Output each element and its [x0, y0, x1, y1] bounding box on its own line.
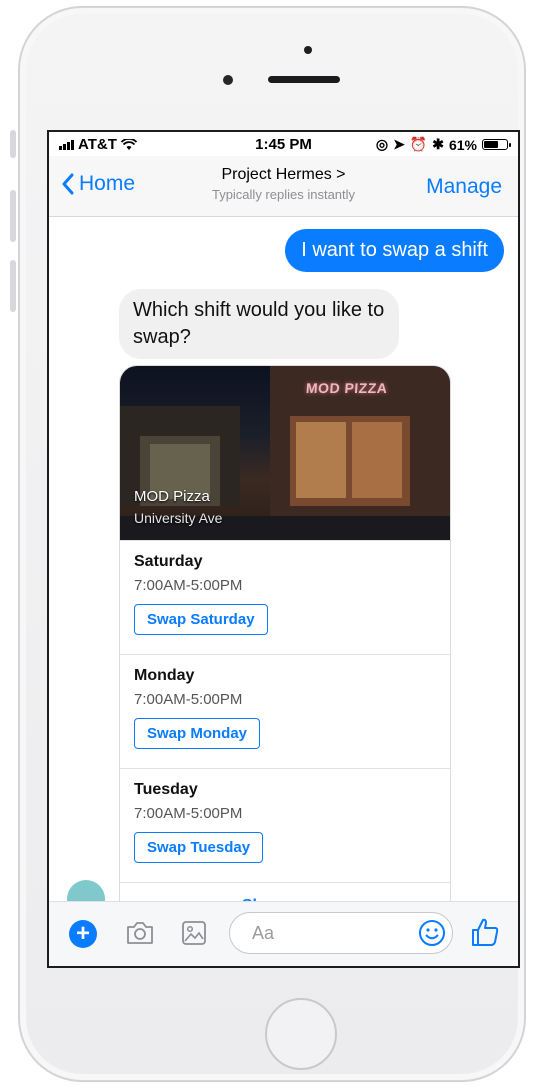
- location-street: University Ave: [134, 510, 223, 526]
- mute-switch[interactable]: [10, 130, 16, 158]
- phone-screen: AT&T 1:45 PM ◎ ➤ ⏰ ✱ 61% Home Project He…: [47, 130, 520, 968]
- status-bar: AT&T 1:45 PM ◎ ➤ ⏰ ✱ 61%: [49, 132, 518, 156]
- rotation-lock-icon: ◎: [375, 136, 389, 152]
- front-camera: [223, 75, 233, 85]
- shift-item-saturday: Saturday 7:00AM-5:00PM Swap Saturday: [120, 540, 450, 654]
- swap-saturday-button[interactable]: Swap Saturday: [134, 604, 268, 635]
- volume-down-button[interactable]: [10, 260, 16, 312]
- location-name: MOD Pizza: [134, 488, 210, 505]
- shift-day: Saturday: [134, 553, 203, 570]
- shift-time: 7:00AM-5:00PM: [134, 805, 243, 822]
- manage-button[interactable]: Manage: [426, 175, 502, 199]
- gallery-icon[interactable]: [181, 919, 207, 947]
- chat-header: Home Project Hermes > Typically replies …: [49, 156, 518, 217]
- home-button[interactable]: [265, 998, 337, 1070]
- volume-up-button[interactable]: [10, 190, 16, 242]
- message-composer: + Aa: [49, 901, 518, 966]
- shift-time: 7:00AM-5:00PM: [134, 691, 243, 708]
- swap-tuesday-button[interactable]: Swap Tuesday: [134, 832, 264, 863]
- shift-time: 7:00AM-5:00PM: [134, 577, 243, 594]
- battery-percent: 61%: [448, 136, 477, 153]
- earpiece-speaker: [268, 76, 340, 83]
- alarm-icon: ⏰: [409, 136, 428, 152]
- outgoing-message[interactable]: I want to swap a shift: [285, 229, 504, 272]
- restaurant-photo[interactable]: MOD PIZZA MOD Pizza University Ave: [120, 366, 450, 540]
- thumbs-up-icon[interactable]: [470, 916, 500, 948]
- emoji-icon[interactable]: [418, 919, 446, 947]
- location-icon: ➤: [393, 136, 405, 152]
- message-input[interactable]: Aa: [229, 912, 453, 954]
- bluetooth-icon: ✱: [432, 136, 444, 152]
- shift-card: MOD PIZZA MOD Pizza University Ave Satur…: [119, 365, 451, 905]
- incoming-message[interactable]: Which shift would you like to swap?: [119, 289, 399, 359]
- restaurant-sign: MOD PIZZA: [305, 380, 389, 396]
- message-placeholder: Aa: [252, 923, 275, 943]
- battery-icon: [482, 139, 511, 150]
- message-list[interactable]: I want to swap a shift Which shift would…: [49, 217, 518, 905]
- camera-icon[interactable]: [125, 920, 155, 946]
- swap-monday-button[interactable]: Swap Monday: [134, 718, 261, 749]
- shift-day: Monday: [134, 667, 195, 684]
- shift-item-tuesday: Tuesday 7:00AM-5:00PM Swap Tuesday: [120, 768, 450, 882]
- shift-item-monday: Monday 7:00AM-5:00PM Swap Monday: [120, 654, 450, 768]
- shift-day: Tuesday: [134, 781, 198, 798]
- proximity-sensor: [304, 46, 312, 54]
- plus-icon[interactable]: +: [69, 920, 97, 948]
